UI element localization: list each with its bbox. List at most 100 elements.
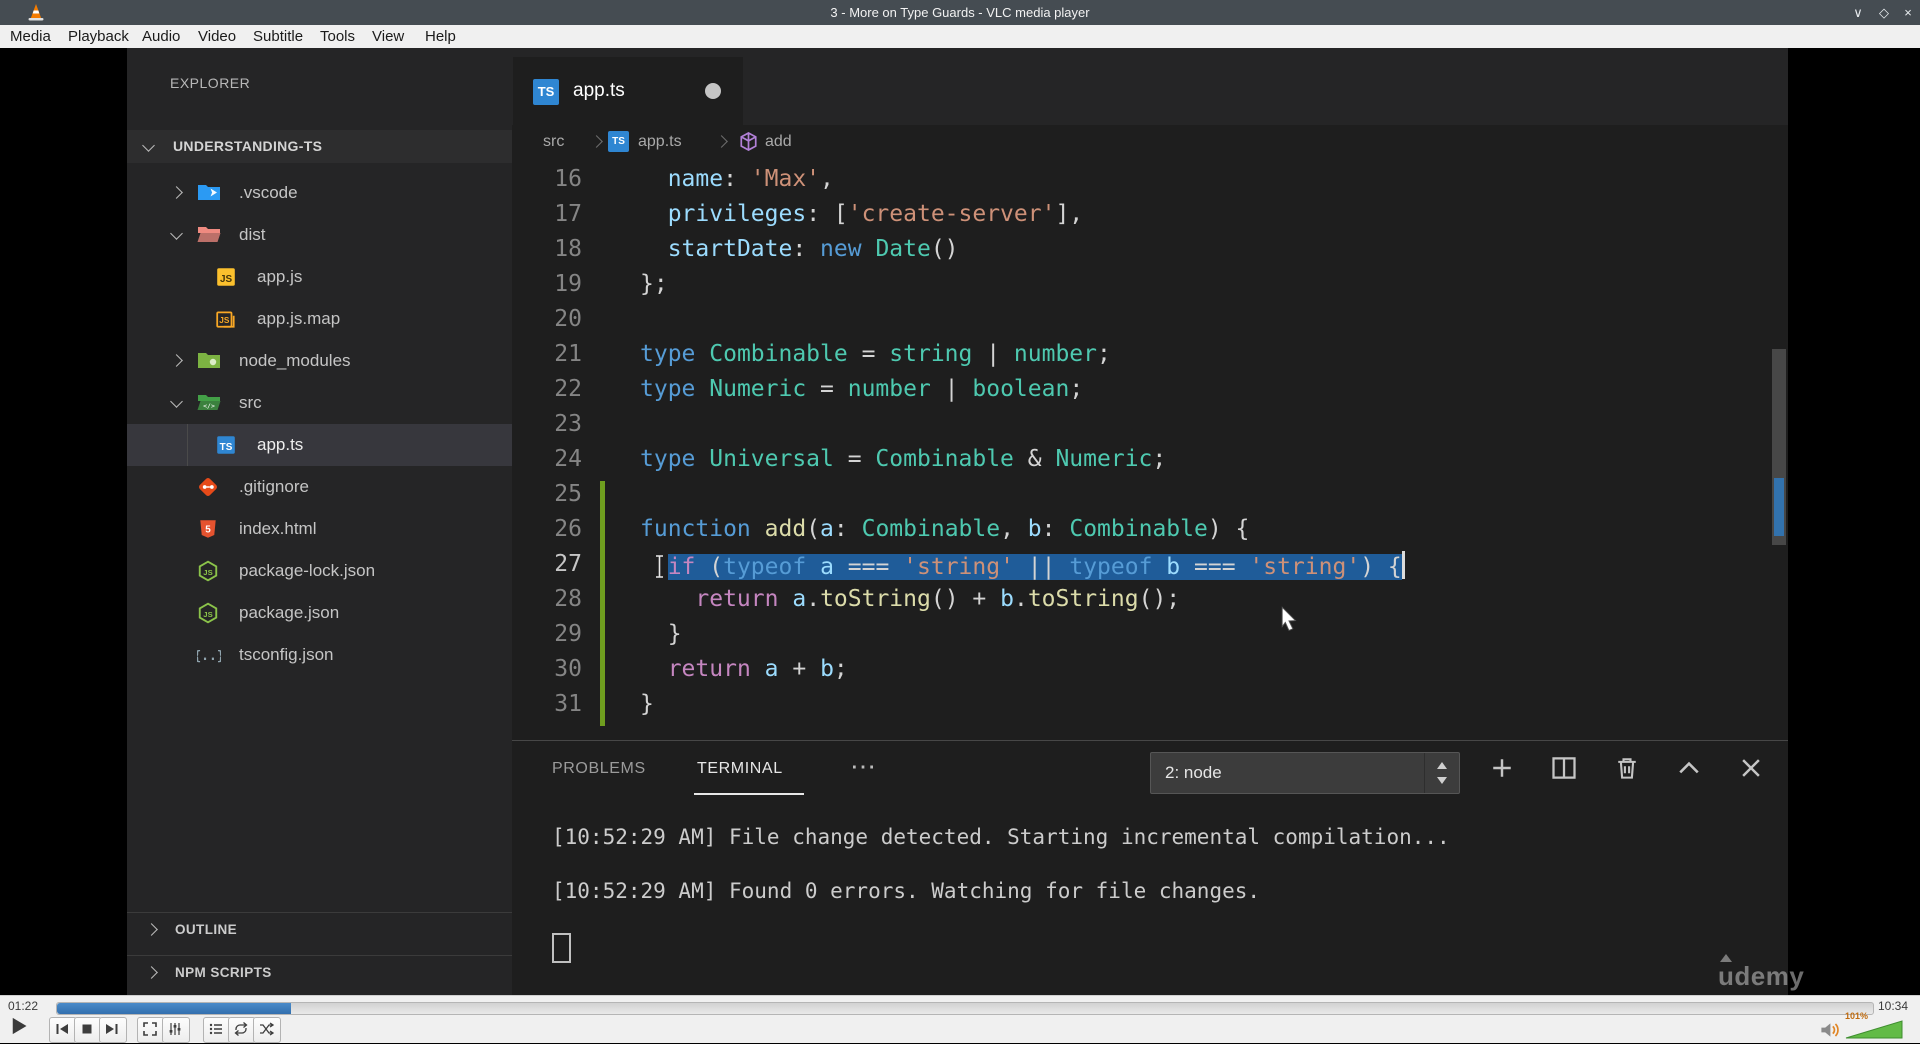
svg-text:{..}: {..} (197, 649, 221, 664)
tree-item-src[interactable]: </> src (127, 382, 512, 424)
tree-item-label: .vscode (239, 172, 298, 214)
speaker-icon[interactable] (1820, 1021, 1842, 1044)
extended-settings-button[interactable] (162, 1017, 190, 1043)
close-panel-button[interactable] (1737, 754, 1771, 788)
unsaved-dot-icon[interactable] (705, 83, 721, 99)
chevron-right-icon (590, 135, 603, 148)
random-button[interactable] (253, 1017, 281, 1043)
line-number: 18 (512, 236, 582, 271)
tab-app-ts[interactable]: TS app.ts (513, 57, 743, 125)
selected-code: if (typeof a === 'string' || typeof b ==… (668, 554, 1402, 580)
next-button[interactable] (99, 1017, 127, 1043)
menu-audio[interactable]: Audio (142, 25, 180, 48)
sidebar-section-npm-scripts[interactable]: NPM SCRIPTS (127, 955, 512, 989)
maximize-button[interactable]: ◇ (1872, 0, 1896, 25)
code-line-30[interactable]: 30 return a + b; (512, 656, 1788, 691)
code-line-16[interactable]: 16 name: 'Max', (512, 166, 1788, 201)
tree-item-app-js[interactable]: JSapp.js (127, 256, 512, 298)
menu-view[interactable]: View (372, 25, 404, 48)
tree-item--gitignore[interactable]: .gitignore (127, 466, 512, 508)
tree-item-label: tsconfig.json (239, 634, 334, 676)
new-terminal-button[interactable] (1488, 754, 1522, 788)
code-line-24[interactable]: 24type Universal = Combinable & Numeric; (512, 446, 1788, 481)
tree-item-tsconfig-json[interactable]: {..} tsconfig.json (127, 634, 512, 676)
line-number: 28 (512, 586, 582, 621)
modified-gutter-indicator (600, 621, 605, 656)
code-line-22[interactable]: 22type Numeric = number | boolean; (512, 376, 1788, 411)
menu-help[interactable]: Help (425, 25, 456, 48)
code-line-23[interactable]: 23 (512, 411, 1788, 446)
menu-media[interactable]: Media (10, 25, 51, 48)
sidebar-section-outline[interactable]: OUTLINE (127, 912, 512, 946)
breadcrumb-file[interactable]: app.ts (638, 125, 682, 158)
code-line-19[interactable]: 19}; (512, 271, 1788, 306)
line-number: 17 (512, 201, 582, 236)
breadcrumb-symbol[interactable]: add (765, 125, 792, 158)
seek-bar[interactable] (56, 1002, 1874, 1015)
fullscreen-button[interactable] (137, 1017, 165, 1043)
previous-button[interactable] (49, 1017, 77, 1043)
code-text: type Universal = Combinable & Numeric; (640, 446, 1166, 481)
play-button[interactable] (5, 1013, 35, 1043)
line-number: 22 (512, 376, 582, 411)
code-line-18[interactable]: 18 startDate: new Date() (512, 236, 1788, 271)
loop-button[interactable] (228, 1017, 256, 1043)
menu-playback[interactable]: Playback (68, 25, 129, 48)
terminal-shell-select[interactable]: 2: node (1150, 752, 1460, 794)
modified-gutter-indicator (600, 551, 605, 586)
line-number: 16 (512, 166, 582, 201)
kill-terminal-button[interactable] (1613, 754, 1647, 788)
menu-video[interactable]: Video (198, 25, 236, 48)
tree-item-package-json[interactable]: JSpackage.json (127, 592, 512, 634)
tree-item-package-lock-json[interactable]: JS package-lock.json (127, 550, 512, 592)
section-label: OUTLINE (175, 913, 237, 946)
code-line-25[interactable]: 25 (512, 481, 1788, 516)
playlist-button[interactable] (203, 1017, 231, 1043)
code-text: name: 'Max', (640, 166, 834, 201)
code-line-27[interactable]: 27 if (typeof a === 'string' || typeof b… (512, 551, 1788, 586)
time-total: 10:34 (1878, 999, 1908, 1013)
svg-text:</>: </> (203, 402, 215, 410)
tree-item-node-modules[interactable]: node_modules (127, 340, 512, 382)
tree-item-dist[interactable]: dist (127, 214, 512, 256)
terminal-tab-problems[interactable]: PROBLEMS (552, 753, 646, 785)
tree-item-index-html[interactable]: 5index.html (127, 508, 512, 550)
minimize-button[interactable]: ∨ (1846, 0, 1870, 25)
volume-slider[interactable] (1845, 1020, 1903, 1044)
tree-item-label: src (239, 382, 262, 424)
line-number: 31 (512, 691, 582, 726)
menu-tools[interactable]: Tools (320, 25, 355, 48)
svg-text:JS: JS (203, 568, 212, 577)
maximize-panel-button[interactable] (1675, 754, 1709, 788)
video-frame[interactable]: EXPLORER UNDERSTANDING-TS .vscodedistJSa… (0, 48, 1920, 995)
tree-item-app-ts[interactable]: TSapp.ts (127, 424, 512, 466)
line-number: 19 (512, 271, 582, 306)
code-line-28[interactable]: 28 return a.toString() + b.toString(); (512, 586, 1788, 621)
more-tabs-icon[interactable]: ⋯ (850, 751, 876, 782)
breadcrumb-src[interactable]: src (543, 125, 564, 158)
tree-item-label: package.json (239, 592, 339, 634)
menu-subtitle[interactable]: Subtitle (253, 25, 303, 48)
editor-tab-bar: TS app.ts (512, 48, 1788, 125)
tree-item-label: package-lock.json (239, 550, 375, 592)
terminal-tab-terminal[interactable]: TERMINAL (697, 753, 783, 785)
workspace-header[interactable]: UNDERSTANDING-TS (127, 130, 512, 163)
stop-button[interactable] (74, 1017, 102, 1043)
code-line-26[interactable]: 26function add(a: Combinable, b: Combina… (512, 516, 1788, 551)
code-line-17[interactable]: 17 privileges: ['create-server'], (512, 201, 1788, 236)
time-elapsed: 01:22 (8, 999, 38, 1013)
code-editor[interactable]: 16 name: 'Max',17 privileges: ['create-s… (512, 158, 1788, 740)
code-text: startDate: new Date() (640, 236, 959, 271)
tree-item-app-js-map[interactable]: JSapp.js.map (127, 298, 512, 340)
code-line-21[interactable]: 21type Combinable = string | number; (512, 341, 1788, 376)
vlc-controls-bar: 01:22 10:34 101% (0, 995, 1920, 1043)
folder-vscode-icon (197, 182, 219, 204)
tree-item--vscode[interactable]: .vscode (127, 172, 512, 214)
split-terminal-button[interactable] (1550, 754, 1584, 788)
svg-text:5: 5 (205, 524, 211, 535)
code-text: type Combinable = string | number; (640, 341, 1111, 376)
close-button[interactable]: × (1896, 0, 1920, 25)
code-line-20[interactable]: 20 (512, 306, 1788, 341)
code-line-29[interactable]: 29 } (512, 621, 1788, 656)
code-line-31[interactable]: 31} (512, 691, 1788, 726)
